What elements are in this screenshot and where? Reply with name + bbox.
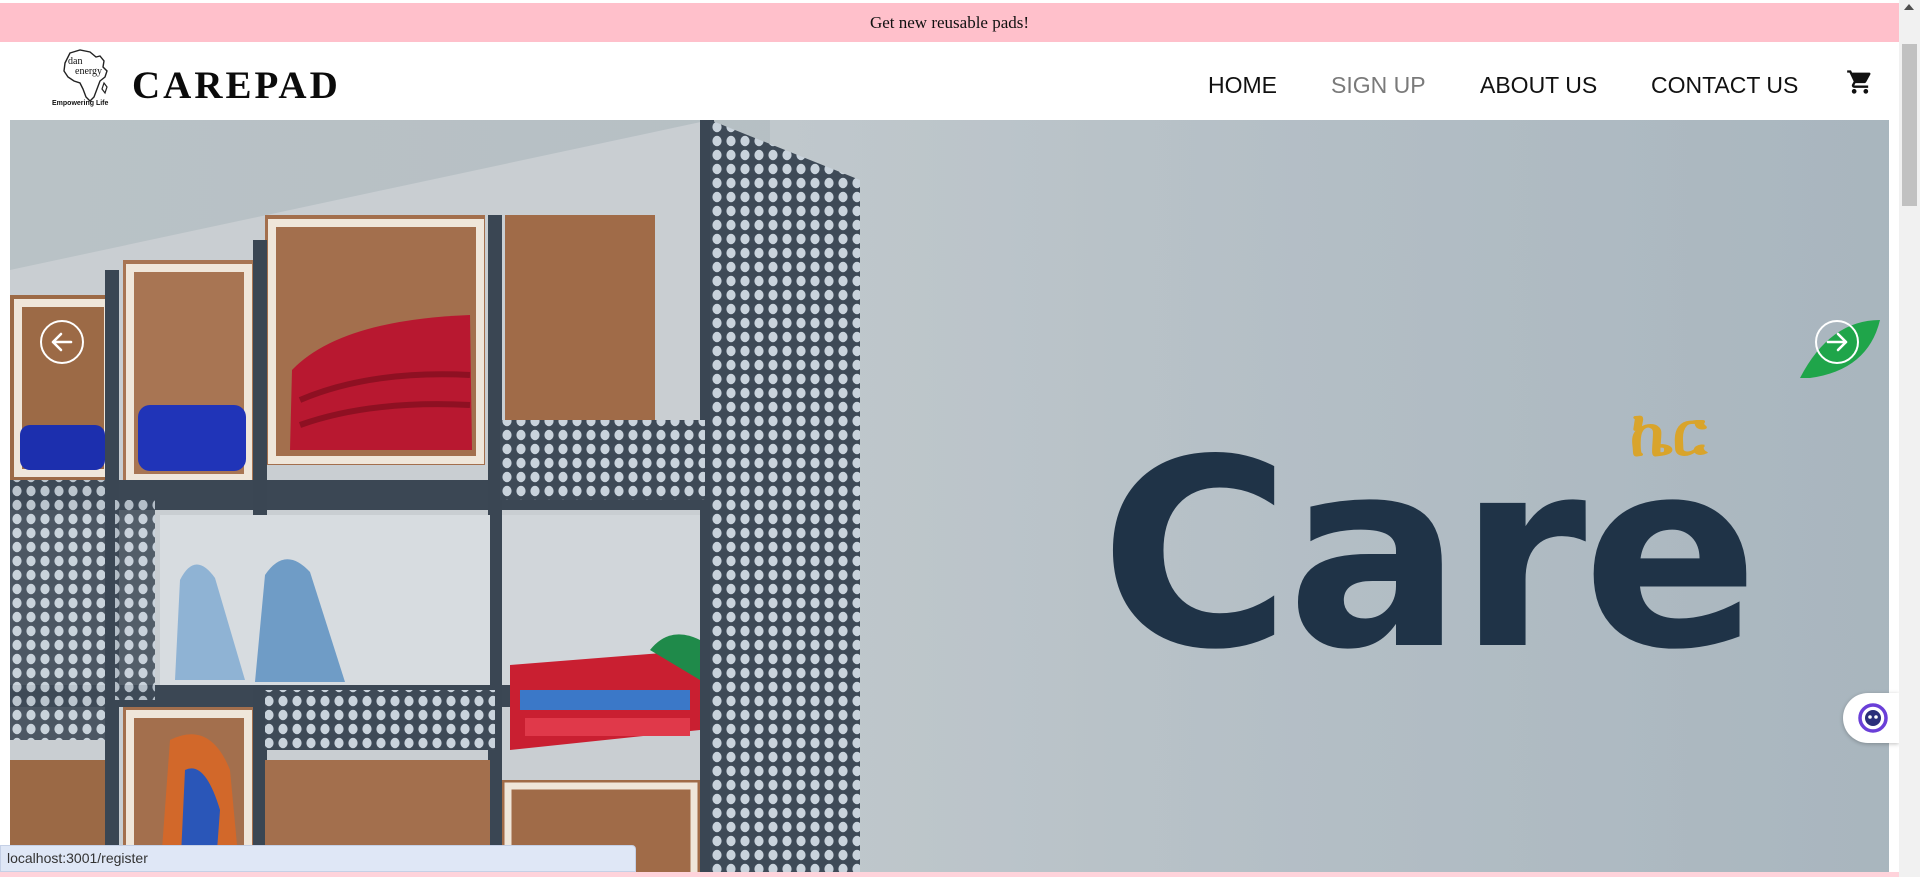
page-scrollbar[interactable] [1899,0,1920,877]
page: Get new reusable pads! dan energy Empowe… [0,0,1899,877]
nav-sign-up[interactable]: SIGN UP [1331,72,1426,99]
arrow-left-circle-icon [51,332,73,352]
logo-tagline: Empowering Life [52,100,109,107]
announcement-bar: Get new reusable pads! [0,3,1899,42]
status-bar-url: localhost:3001/register [0,845,636,872]
announcement-text: Get new reusable pads! [869,12,1030,32]
chat-widget-button[interactable] [1843,693,1899,743]
footer-strip [0,872,1899,877]
hero-slider: Care ኬር [10,120,1889,877]
scroll-thumb[interactable] [1902,44,1917,206]
chat-bot-icon [1858,703,1888,733]
slider-prev-button[interactable] [40,320,84,364]
nav-home[interactable]: HOME [1208,72,1277,99]
arrow-right-circle-icon [1826,332,1848,352]
logo-text-energy: energy [75,66,102,77]
slider-next-button[interactable] [1815,320,1859,364]
nav-about-us[interactable]: ABOUT US [1480,72,1597,99]
scroll-up-arrow-icon[interactable] [1904,4,1914,10]
dan-energy-logo[interactable]: dan energy Empowering Life [50,47,118,107]
wall-sign-accent: ኬር [1630,397,1709,470]
site-header: dan energy Empowering Life CAREPAD HOME … [0,42,1899,120]
brand-name[interactable]: CAREPAD [132,66,341,105]
hero-image: Care ኬር [10,120,1889,877]
nav-contact-us[interactable]: CONTACT US [1651,72,1798,99]
cart-icon[interactable] [1846,68,1874,96]
